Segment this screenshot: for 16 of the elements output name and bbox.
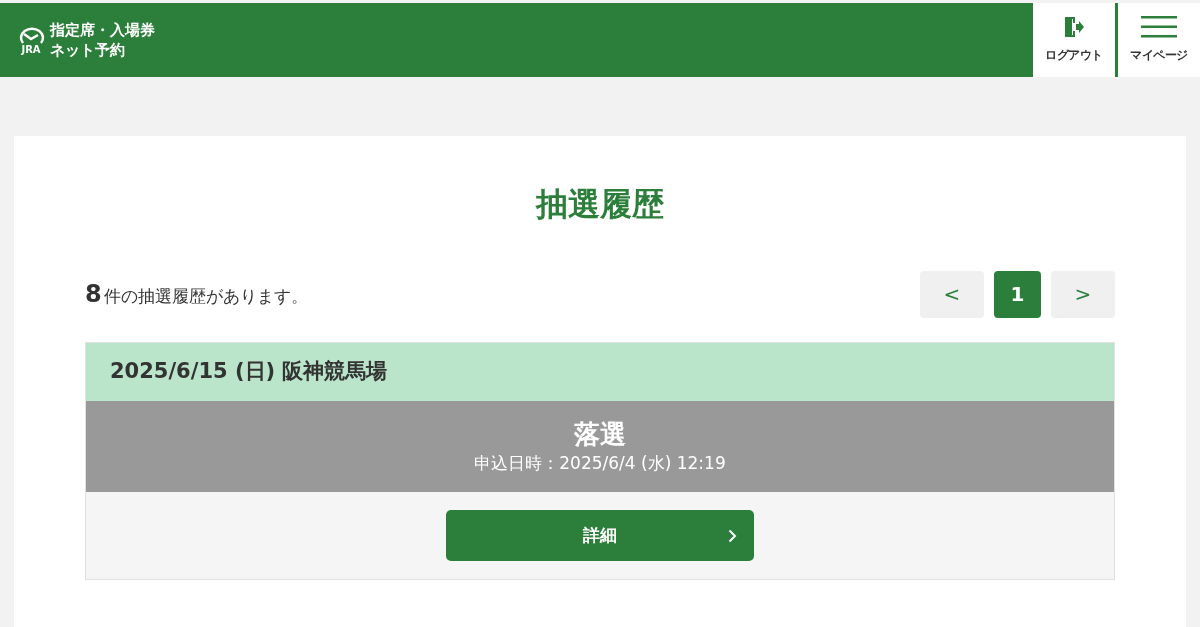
next-page-button[interactable]: > [1051, 270, 1115, 318]
previous-page-button[interactable]: < [920, 270, 984, 318]
menu-icon [1141, 16, 1177, 38]
logo-text: JRA [21, 45, 41, 55]
page-button[interactable]: 1 [994, 270, 1041, 318]
site-title: 指定席・入場券 [50, 20, 155, 40]
summary-text: 8件の抽選履歴があります。 [85, 279, 308, 310]
race-date: 2025/6/15 (日) 阪神競馬場 [110, 358, 388, 386]
application-time: 申込日時：2025/6/4 (水) 12:19 [474, 451, 726, 475]
page-title: 抽選履歴 [534, 188, 665, 225]
result-text: 落選 [574, 417, 626, 451]
chevron-right-icon [728, 528, 737, 543]
mypage-button[interactable]: マイページ [1118, 3, 1200, 77]
detail-button[interactable]: 詳細 [446, 510, 754, 561]
site-title: ネット予約 [50, 40, 126, 60]
logout-button[interactable]: ログアウト [1033, 3, 1115, 77]
